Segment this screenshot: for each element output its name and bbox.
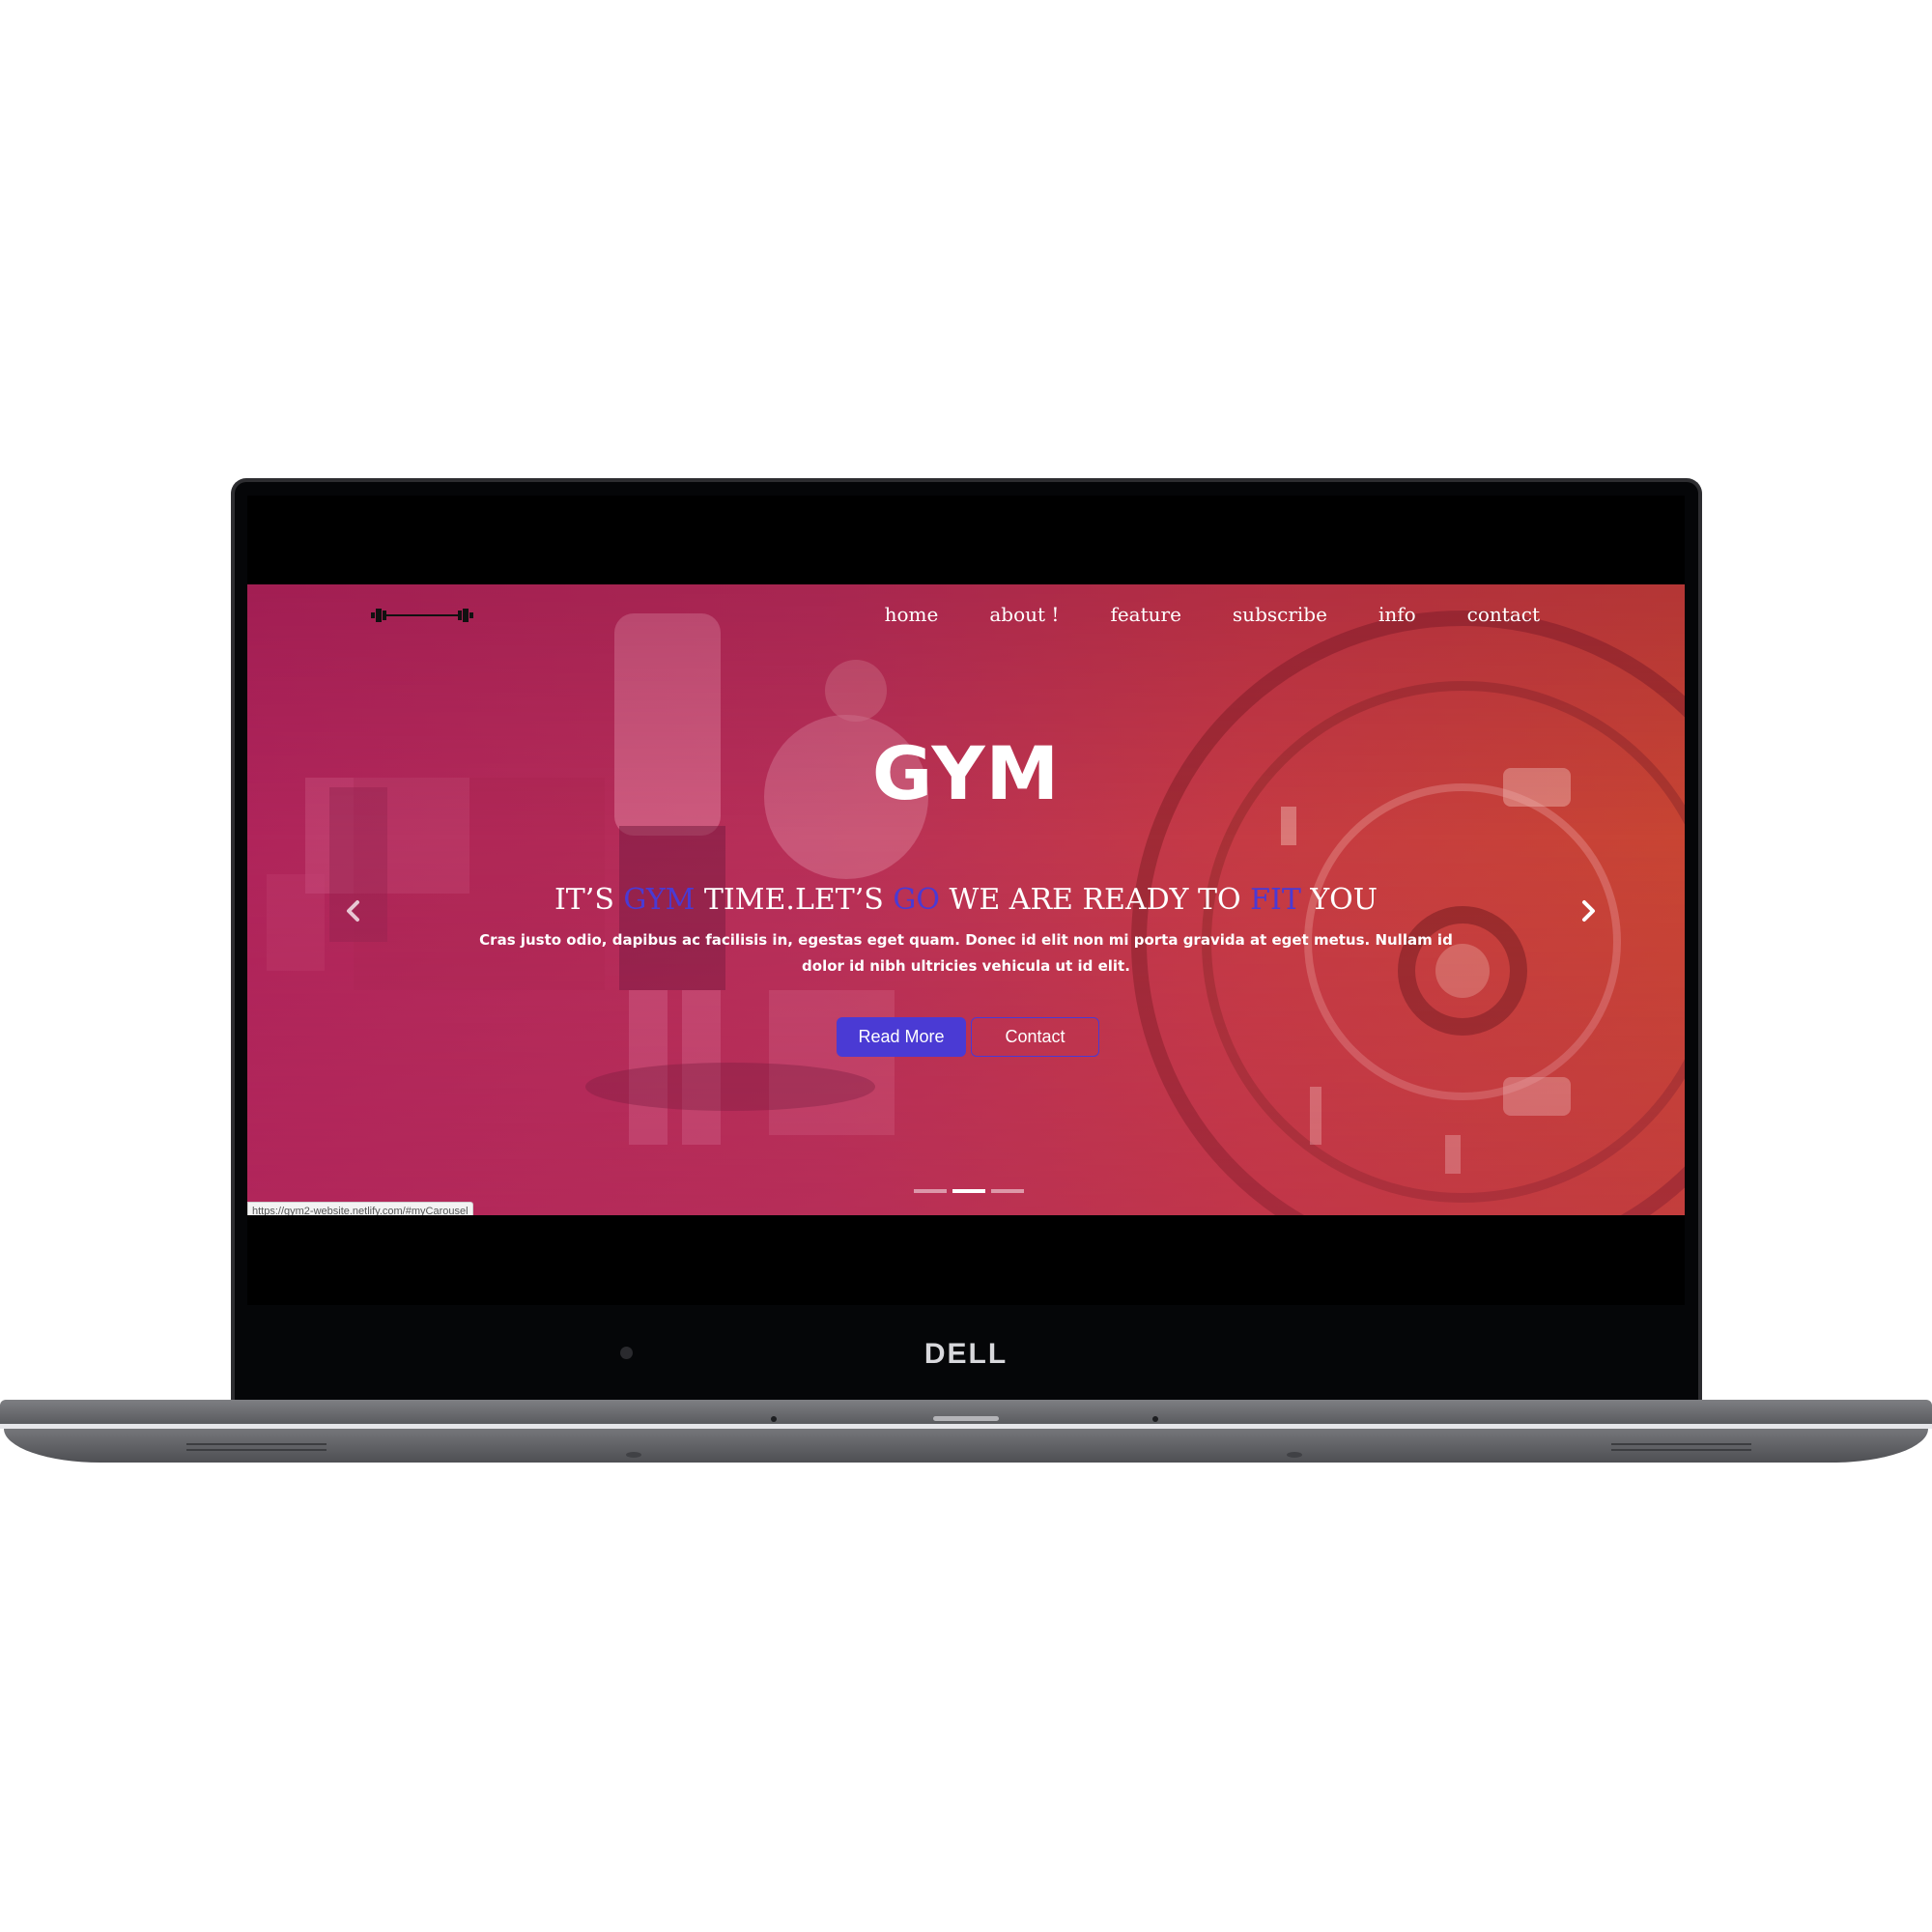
- rubber-foot: [626, 1452, 641, 1458]
- navbar: home about ! feature subscribe info cont…: [247, 584, 1685, 648]
- nav-link-about[interactable]: about !: [989, 600, 1059, 629]
- tagline-accent-go: GO: [893, 883, 940, 917]
- nav-link-home[interactable]: home: [885, 600, 939, 629]
- nav-menu: home about ! feature subscribe info cont…: [885, 600, 1540, 629]
- nav-link-feature[interactable]: feature: [1110, 600, 1180, 629]
- tagline-text: WE ARE READY TO: [939, 883, 1251, 917]
- hero-title: GYM: [871, 730, 1061, 816]
- carousel-indicators: [914, 1189, 1024, 1193]
- microphone-dot: [771, 1416, 777, 1422]
- hero-tagline: IT’S GYM TIME.LET’S GO WE ARE READY TO F…: [247, 881, 1685, 920]
- dell-logo: DELL: [923, 1338, 1009, 1370]
- contact-button[interactable]: Contact: [971, 1017, 1099, 1057]
- webcam: [620, 1347, 633, 1359]
- status-bar-url: https://gym2-website.netlify.com/#myCaro…: [247, 1202, 473, 1215]
- microphone-dot: [1152, 1416, 1158, 1422]
- hinge-notch: [933, 1416, 999, 1421]
- carousel-indicator[interactable]: [991, 1189, 1024, 1193]
- chevron-left-icon[interactable]: [334, 892, 373, 930]
- tagline-accent-fit: FIT: [1250, 883, 1301, 917]
- read-more-button[interactable]: Read More: [837, 1017, 966, 1057]
- tagline-text: IT’S: [554, 883, 624, 917]
- nav-link-info[interactable]: info: [1378, 600, 1416, 629]
- carousel-indicator[interactable]: [914, 1189, 947, 1193]
- laptop-mockup: home about ! feature subscribe info cont…: [0, 0, 1932, 1932]
- carousel-indicator-active[interactable]: [952, 1189, 985, 1193]
- barbell-icon[interactable]: [371, 606, 473, 625]
- speaker-grille-right: [1611, 1443, 1751, 1451]
- tagline-accent-gym: GYM: [623, 883, 696, 917]
- tagline-text: TIME.LET’S: [695, 883, 894, 917]
- hero-description: Cras justo odio, dapibus ac facilisis in…: [479, 931, 1453, 975]
- hero-carousel: home about ! feature subscribe info cont…: [247, 584, 1685, 1215]
- speaker-grille-left: [186, 1443, 327, 1451]
- laptop-screen: home about ! feature subscribe info cont…: [247, 496, 1685, 1305]
- nav-link-contact[interactable]: contact: [1467, 600, 1540, 629]
- rubber-foot: [1287, 1452, 1302, 1458]
- chevron-right-icon[interactable]: [1569, 892, 1607, 930]
- tagline-text: YOU: [1300, 883, 1378, 917]
- nav-link-subscribe[interactable]: subscribe: [1233, 600, 1327, 629]
